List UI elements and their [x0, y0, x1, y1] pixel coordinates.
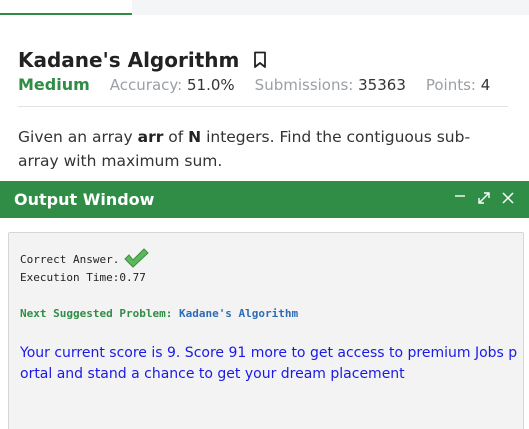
- checkmark-icon: [123, 247, 150, 272]
- divider: [18, 106, 508, 107]
- next-problem-link[interactable]: Kadane's Algorithm: [179, 307, 298, 320]
- correct-answer-text: Correct Answer.: [20, 253, 120, 266]
- description-text: of: [163, 128, 189, 146]
- output-window-body: Correct Answer. Execution Time:0.77 Next…: [8, 232, 524, 429]
- score-message[interactable]: Your current score is 9. Score 91 more t…: [20, 343, 520, 385]
- next-suggested-problem: Next Suggested Problem: Kadane's Algorit…: [20, 307, 298, 320]
- submissions-value: 35363: [358, 76, 406, 94]
- accuracy-value: 51.0%: [187, 76, 235, 94]
- bookmark-icon[interactable]: [253, 51, 267, 69]
- description-text: Given an array: [18, 128, 138, 146]
- problem-description: Given an array arr of N integers. Find t…: [18, 125, 498, 173]
- submissions-label: Submissions:: [254, 76, 354, 94]
- description-n: N: [188, 128, 202, 146]
- difficulty-badge: Medium: [18, 75, 90, 94]
- close-icon[interactable]: [499, 189, 517, 207]
- problem-title-row: Kadane's Algorithm: [18, 48, 267, 72]
- accuracy-label: Accuracy:: [109, 76, 183, 94]
- output-window-title: Output Window: [14, 190, 155, 209]
- problem-title: Kadane's Algorithm: [18, 48, 240, 72]
- execution-time: Execution Time:0.77: [20, 271, 146, 284]
- description-arr: arr: [137, 128, 164, 146]
- points-label: Points:: [425, 76, 476, 94]
- points-value: 4: [480, 76, 491, 94]
- output-window-header: Output Window: [0, 181, 529, 218]
- minimize-icon[interactable]: [451, 189, 469, 207]
- problem-meta: Medium Accuracy: 51.0% Submissions: 3536…: [18, 75, 490, 94]
- active-tab-indicator[interactable]: [0, 0, 132, 15]
- correct-answer-line: Correct Answer.: [20, 247, 150, 272]
- window-controls: [451, 189, 517, 207]
- next-problem-label: Next Suggested Problem:: [20, 307, 173, 320]
- expand-icon[interactable]: [475, 189, 493, 207]
